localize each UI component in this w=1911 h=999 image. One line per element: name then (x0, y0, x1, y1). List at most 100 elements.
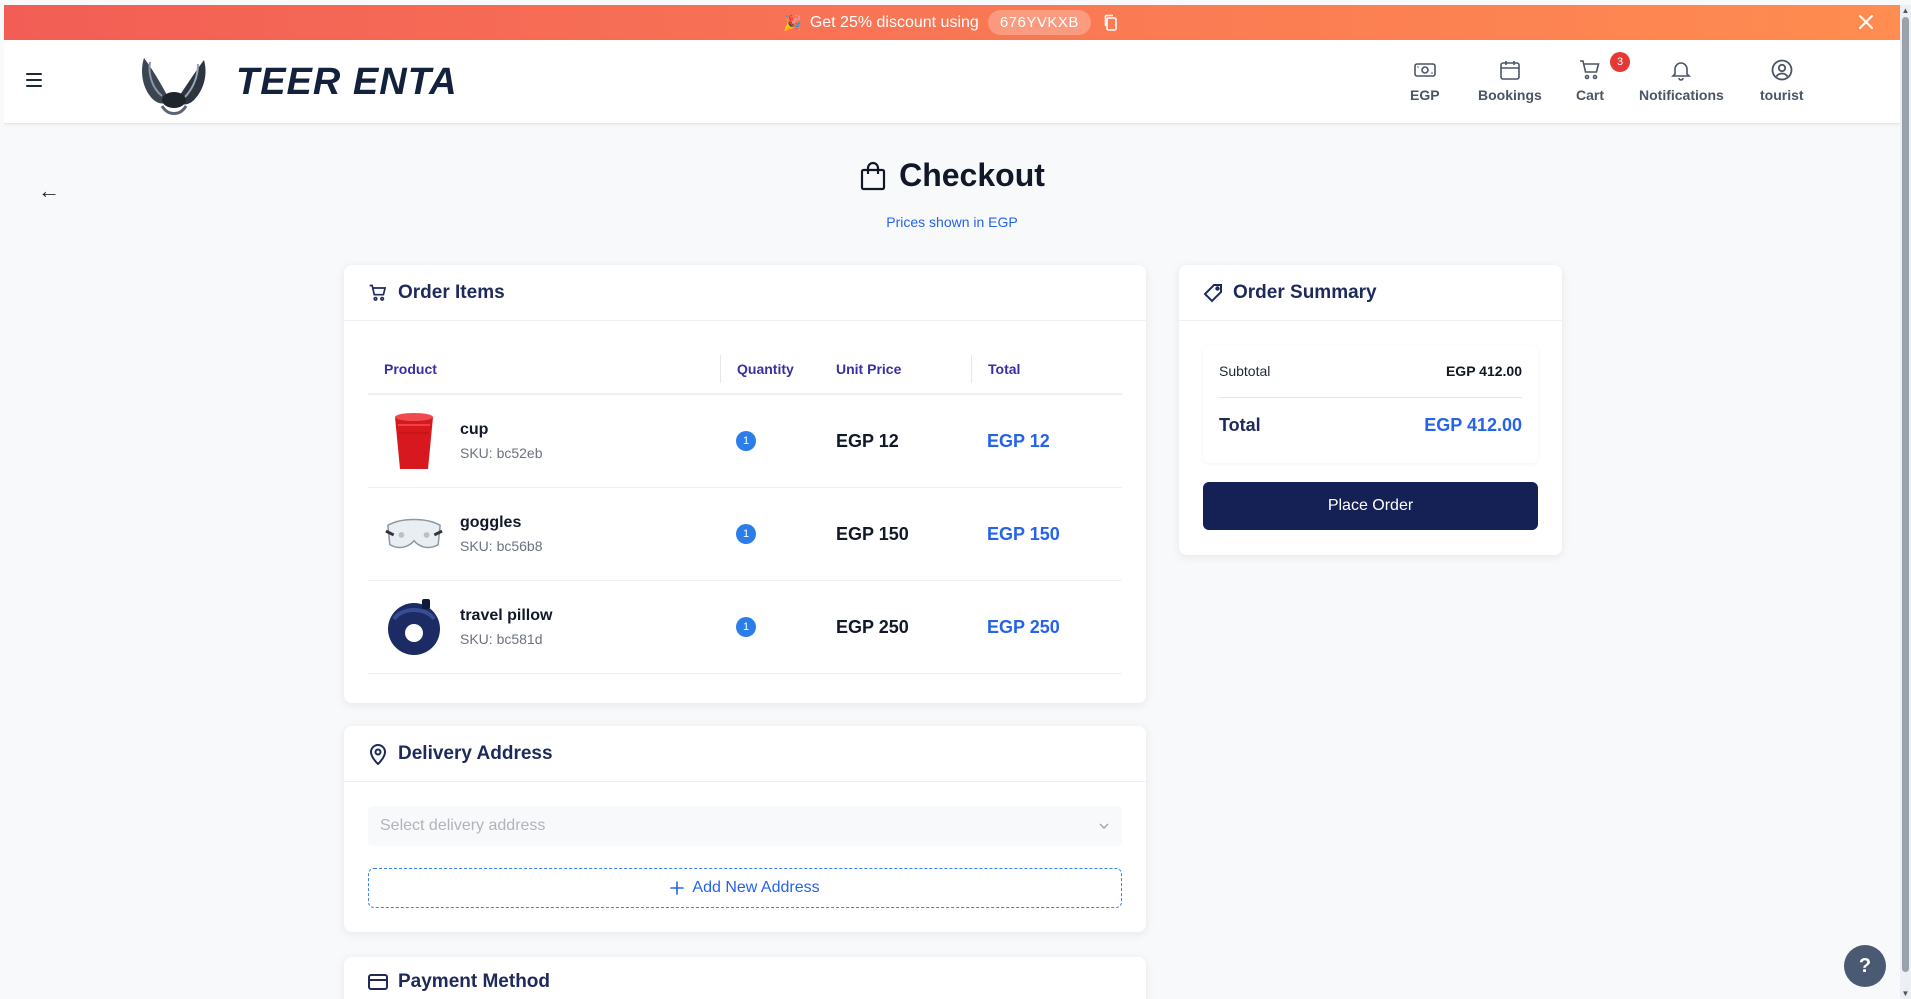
delivery-address-card: Delivery Address Select delivery address… (344, 726, 1146, 932)
hamburger-menu-icon[interactable] (26, 73, 42, 87)
copy-icon[interactable] (1103, 14, 1121, 32)
summary-divider (1219, 397, 1522, 398)
delivery-address-select[interactable]: Select delivery address (368, 806, 1122, 846)
order-items-card: Order Items Product Quantity Unit Price … (344, 265, 1146, 703)
promo-banner: 🎉 Get 25% discount using 676YVKXB (4, 5, 1900, 40)
nav-bookings-label: Bookings (1478, 87, 1542, 103)
table-row: goggles SKU: bc56b8 1 EGP 150 EGP 150 (368, 488, 1122, 581)
subtotal-value: EGP 412.00 (1445, 363, 1522, 379)
product-sku: SKU: bc52eb (460, 445, 543, 461)
app-window: 🎉 Get 25% discount using 676YVKXB TEER E… (4, 5, 1900, 999)
nav-notifications-label: Notifications (1639, 87, 1724, 103)
plus-icon (670, 881, 685, 895)
scrollbar-thumb[interactable] (1902, 17, 1909, 972)
total-value: EGP 412.00 (1424, 415, 1522, 435)
column-header-unit-price: Unit Price (836, 361, 902, 377)
bell-icon (1671, 62, 1692, 81)
table-row: cup SKU: bc52eb 1 EGP 12 EGP 12 (368, 395, 1122, 488)
page-scrollbar[interactable]: ▲ ▼ (1900, 5, 1911, 999)
unit-price: EGP 150 (836, 523, 909, 544)
scroll-down-arrow-icon[interactable]: ▼ (1901, 989, 1910, 998)
subtotal-label: Subtotal (1219, 363, 1271, 379)
order-items-title: Order Items (398, 281, 505, 303)
user-icon (1771, 59, 1793, 81)
chevron-down-icon (1099, 823, 1109, 829)
top-navbar: TEER ENTA EGP Bookings Cart 3 Notificati… (4, 40, 1900, 124)
product-name: travel pillow (460, 607, 553, 624)
total-row: Total EGP 412.00 (1219, 415, 1522, 436)
nav-profile[interactable]: tourist (1760, 58, 1804, 103)
quantity-badge: 1 (736, 617, 756, 637)
scroll-up-arrow-icon[interactable]: ▲ (1901, 6, 1910, 15)
order-summary-header: Order Summary (1179, 265, 1562, 321)
party-popper-icon: 🎉 (783, 14, 802, 32)
page-title: Checkout (4, 157, 1900, 194)
nav-cart[interactable]: Cart 3 (1576, 52, 1630, 103)
line-total: EGP 12 (987, 430, 1050, 451)
product-cell: travel pillow SKU: bc581d (368, 597, 720, 657)
page-title-text: Checkout (899, 157, 1045, 193)
order-items-table: Product Quantity Unit Price Total cup SK… (368, 345, 1122, 674)
product-cell: goggles SKU: bc56b8 (368, 504, 720, 564)
quantity-cell: 1 (720, 617, 820, 637)
payment-method-card: Payment Method (344, 957, 1146, 999)
delivery-address-placeholder: Select delivery address (380, 817, 546, 834)
total-label: Total (1219, 415, 1261, 435)
close-icon[interactable] (1857, 13, 1875, 31)
cart-count-badge: 3 (1610, 52, 1630, 72)
quantity-badge: 1 (736, 431, 756, 451)
table-row: travel pillow SKU: bc581d 1 EGP 250 EGP … (368, 581, 1122, 674)
product-image-cup (384, 411, 444, 471)
line-total: EGP 250 (987, 616, 1060, 637)
quantity-cell: 1 (720, 524, 820, 544)
delivery-address-title: Delivery Address (398, 742, 553, 764)
product-sku: SKU: bc56b8 (460, 538, 543, 554)
add-new-address-label: Add New Address (692, 879, 820, 896)
summary-totals: Subtotal EGP 412.00 Total EGP 412.00 (1203, 345, 1538, 463)
nav-profile-label: tourist (1760, 87, 1804, 103)
quantity-cell: 1 (720, 431, 820, 451)
line-total: EGP 150 (987, 523, 1060, 544)
currency-note: Prices shown in EGP (886, 214, 1018, 230)
payment-method-title: Payment Method (398, 971, 551, 992)
product-image-travel-pillow (384, 597, 444, 657)
product-cell: cup SKU: bc52eb (368, 411, 720, 471)
product-name: goggles (460, 514, 522, 531)
nav-bookings[interactable]: Bookings (1478, 58, 1542, 103)
column-header-quantity: Quantity (720, 355, 820, 383)
nav-currency[interactable]: EGP (1410, 58, 1440, 103)
unit-price: EGP 250 (836, 616, 909, 637)
currency-icon (1413, 63, 1436, 77)
promo-code[interactable]: 676YVKXB (987, 10, 1091, 35)
brand-name[interactable]: TEER ENTA (236, 61, 458, 104)
table-header: Product Quantity Unit Price Total (368, 345, 1122, 395)
column-header-product: Product (384, 361, 437, 377)
credit-card-icon (368, 974, 388, 990)
cart-icon (369, 284, 387, 301)
nav-notifications[interactable]: Notifications (1639, 58, 1724, 103)
product-name: cup (460, 421, 489, 438)
order-summary-card: Order Summary Subtotal EGP 412.00 Total … (1179, 265, 1562, 555)
product-sku: SKU: bc581d (460, 631, 543, 647)
quantity-badge: 1 (736, 524, 756, 544)
unit-price: EGP 12 (836, 430, 899, 451)
location-pin-icon (369, 743, 387, 765)
calendar-icon (1500, 61, 1520, 80)
product-image-goggles (384, 504, 444, 564)
help-button[interactable]: ? (1844, 945, 1886, 987)
payment-method-header: Payment Method (344, 957, 1146, 999)
nav-currency-label: EGP (1410, 87, 1440, 103)
shopping-bag-icon (860, 161, 886, 190)
promo-text: Get 25% discount using (809, 13, 979, 31)
cart-icon (1580, 60, 1600, 80)
tag-icon (1203, 283, 1222, 302)
order-items-header: Order Items (344, 265, 1146, 321)
subtotal-row: Subtotal EGP 412.00 (1219, 363, 1522, 379)
delivery-address-header: Delivery Address (344, 726, 1146, 782)
column-header-total: Total (971, 355, 1122, 383)
brand-logo[interactable] (134, 50, 214, 120)
add-new-address-button[interactable]: Add New Address (368, 868, 1122, 908)
nav-cart-label: Cart (1576, 87, 1605, 103)
place-order-button[interactable]: Place Order (1203, 482, 1538, 530)
order-summary-title: Order Summary (1233, 281, 1377, 303)
